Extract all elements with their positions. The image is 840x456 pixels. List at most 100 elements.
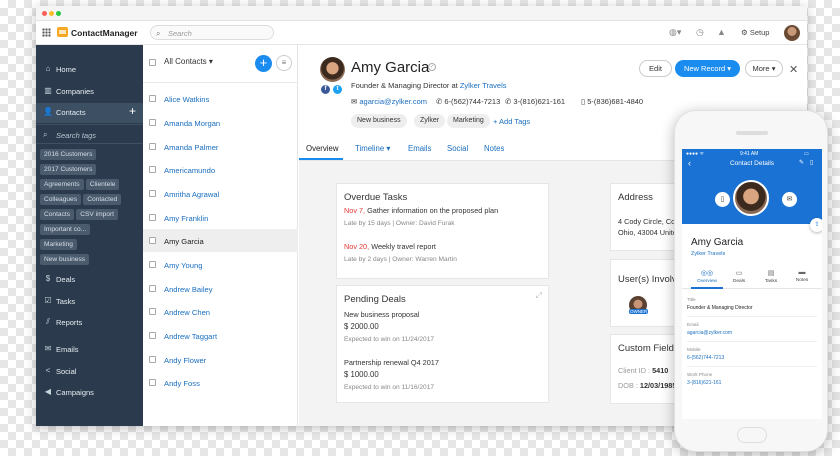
phone3-value[interactable]: 5-(836)681-4840 bbox=[587, 97, 643, 106]
contact-row[interactable]: Amanda Morgan bbox=[143, 111, 298, 134]
row-checkbox[interactable] bbox=[149, 143, 156, 150]
contact-row[interactable]: Alice Watkins bbox=[143, 87, 298, 110]
tag-chip[interactable]: 2016 Customers bbox=[40, 149, 97, 160]
global-search-input[interactable]: ⌕ Search bbox=[150, 25, 274, 40]
profile-tag[interactable]: New business bbox=[351, 114, 407, 128]
contact-row[interactable]: Andy Foss bbox=[143, 371, 298, 394]
tag-chip[interactable]: New business bbox=[40, 254, 90, 265]
phone1-value[interactable]: 6-(562)744-7213 bbox=[444, 97, 500, 106]
contact-name[interactable]: Amritha Agrawal bbox=[164, 190, 219, 199]
row-checkbox[interactable] bbox=[149, 379, 156, 386]
row-checkbox[interactable] bbox=[149, 237, 156, 244]
facebook-icon[interactable]: f bbox=[321, 85, 330, 94]
contact-row[interactable]: Andrew Chen bbox=[143, 300, 298, 323]
select-all-checkbox[interactable] bbox=[149, 59, 156, 66]
twitter-icon[interactable]: t bbox=[333, 85, 342, 94]
tag-chip[interactable]: Colleagues bbox=[40, 194, 81, 205]
setup-button[interactable]: ⚙ Setup bbox=[741, 28, 769, 37]
close-dot[interactable] bbox=[42, 11, 47, 16]
sidebar-item-social[interactable]: < Social bbox=[36, 362, 143, 380]
contact-row[interactable]: Andrew Bailey bbox=[143, 277, 298, 300]
row-checkbox[interactable] bbox=[149, 214, 156, 221]
task-item[interactable]: Nov 7, Gather information on the propose… bbox=[344, 206, 498, 215]
contact-row[interactable]: Amy Franklin bbox=[143, 206, 298, 229]
field-value[interactable]: 6-(562)744-7213 bbox=[687, 355, 724, 361]
field-value[interactable]: agarcia@zylker.com bbox=[687, 330, 732, 336]
tab-notes[interactable]: Notes bbox=[484, 144, 504, 153]
contact-name[interactable]: Andrew Chen bbox=[164, 308, 210, 317]
edit-button[interactable]: Edit bbox=[639, 60, 672, 77]
edit-icon[interactable]: ✎ bbox=[799, 159, 804, 166]
phone-tab-overview[interactable]: ◎◎ Overview bbox=[693, 269, 721, 284]
add-contact-icon[interactable]: + bbox=[129, 104, 136, 118]
phone-mail-icon[interactable]: ✉ bbox=[782, 192, 797, 207]
contact-filter-dropdown[interactable]: All Contacts ▾ bbox=[164, 57, 213, 66]
contact-row-selected[interactable]: Amy Garcia bbox=[143, 229, 298, 252]
tag-chip[interactable]: 2017 Customers bbox=[40, 164, 97, 175]
phone-company[interactable]: Zylker Travels bbox=[691, 251, 725, 257]
maximize-dot[interactable] bbox=[56, 11, 61, 16]
sidebar-item-home[interactable]: ⌂ Home bbox=[36, 60, 143, 78]
contact-name[interactable]: Andy Foss bbox=[164, 379, 200, 388]
expand-icon[interactable]: ⤢ bbox=[536, 291, 542, 301]
tag-chip[interactable]: Clientele bbox=[85, 179, 120, 190]
globe-icon[interactable]: ◍▾ bbox=[669, 27, 681, 38]
minimize-dot[interactable] bbox=[49, 11, 54, 16]
tab-overview[interactable]: Overview bbox=[306, 144, 339, 153]
deal-name[interactable]: New business proposal bbox=[344, 310, 419, 319]
add-contact-button[interactable]: + bbox=[255, 55, 272, 72]
more-button[interactable]: More ▾ bbox=[745, 60, 783, 77]
tab-social[interactable]: Social bbox=[447, 144, 468, 153]
contact-name[interactable]: Amanda Morgan bbox=[164, 119, 220, 128]
deal-name[interactable]: Partnership renewal Q4 2017 bbox=[344, 358, 439, 367]
contact-name[interactable]: Andy Flower bbox=[164, 356, 206, 365]
tab-timeline[interactable]: Timeline ▾ bbox=[355, 144, 390, 153]
clock-icon[interactable]: ◷ bbox=[696, 27, 704, 38]
profile-tag[interactable]: Zylker bbox=[414, 114, 446, 128]
phone-tab-tasks[interactable]: ▤ Tasks bbox=[757, 269, 785, 284]
tag-chip[interactable]: CSV import bbox=[76, 209, 118, 220]
contact-name[interactable]: Amanda Palmer bbox=[164, 143, 218, 152]
row-checkbox[interactable] bbox=[149, 166, 156, 173]
tag-chip[interactable]: Important co... bbox=[40, 224, 91, 235]
email-link[interactable]: agarcia@zylker.com bbox=[359, 97, 427, 106]
contact-row[interactable]: Amanda Palmer bbox=[143, 135, 298, 158]
tab-emails[interactable]: Emails bbox=[408, 144, 431, 153]
list-menu-button[interactable]: ≡ bbox=[276, 55, 292, 71]
phone-call-icon[interactable]: ▯ bbox=[715, 192, 730, 207]
sidebar-item-companies[interactable]: ▥ Companies bbox=[36, 82, 143, 100]
phone-tab-notes[interactable]: ▬ Notes bbox=[788, 269, 816, 283]
row-checkbox[interactable] bbox=[149, 332, 156, 339]
new-record-button[interactable]: New Record ▾ bbox=[675, 60, 740, 77]
tag-chip[interactable]: Contacts bbox=[40, 209, 75, 220]
phone-tab-deals[interactable]: ▭ Deals bbox=[725, 269, 753, 284]
row-checkbox[interactable] bbox=[149, 95, 156, 102]
tag-chip[interactable]: Contacted bbox=[83, 194, 122, 205]
bell-icon[interactable]: ▲ bbox=[717, 27, 726, 37]
close-icon[interactable]: ✕ bbox=[789, 63, 798, 76]
contact-name[interactable]: Americamundo bbox=[164, 166, 215, 175]
contact-name[interactable]: Alice Watkins bbox=[164, 95, 209, 104]
search-tags-input[interactable]: ⌕ Search tags bbox=[36, 124, 143, 144]
tag-chip[interactable]: Marketing bbox=[40, 239, 77, 250]
sidebar-item-contacts[interactable]: 👤 Contacts + bbox=[36, 103, 143, 123]
contact-row[interactable]: Andy Flower bbox=[143, 348, 298, 371]
company-link[interactable]: Zylker Travels bbox=[460, 81, 507, 90]
row-checkbox[interactable] bbox=[149, 119, 156, 126]
contact-name[interactable]: Andrew Taggart bbox=[164, 332, 217, 341]
tag-chip[interactable]: Agreements bbox=[40, 179, 84, 190]
contact-row[interactable]: Amritha Agrawal bbox=[143, 182, 298, 205]
row-checkbox[interactable] bbox=[149, 285, 156, 292]
phone2-value[interactable]: 3-(816)621-161 bbox=[513, 97, 565, 106]
user-avatar[interactable] bbox=[784, 25, 800, 41]
contact-name[interactable]: Amy Franklin bbox=[164, 214, 208, 223]
sidebar-item-deals[interactable]: $ Deals bbox=[36, 270, 143, 288]
sidebar-item-campaigns[interactable]: ◀ Campaigns bbox=[36, 383, 143, 401]
contact-row[interactable]: Americamundo bbox=[143, 158, 298, 181]
phone-home-button[interactable] bbox=[737, 427, 767, 443]
contact-name[interactable]: Andrew Bailey bbox=[164, 285, 213, 294]
contact-row[interactable]: Andrew Taggart bbox=[143, 324, 298, 347]
sidebar-item-reports[interactable]: ⫽ Reports bbox=[36, 313, 143, 331]
row-checkbox[interactable] bbox=[149, 308, 156, 315]
field-value[interactable]: 3-(816)621-161 bbox=[687, 380, 721, 386]
